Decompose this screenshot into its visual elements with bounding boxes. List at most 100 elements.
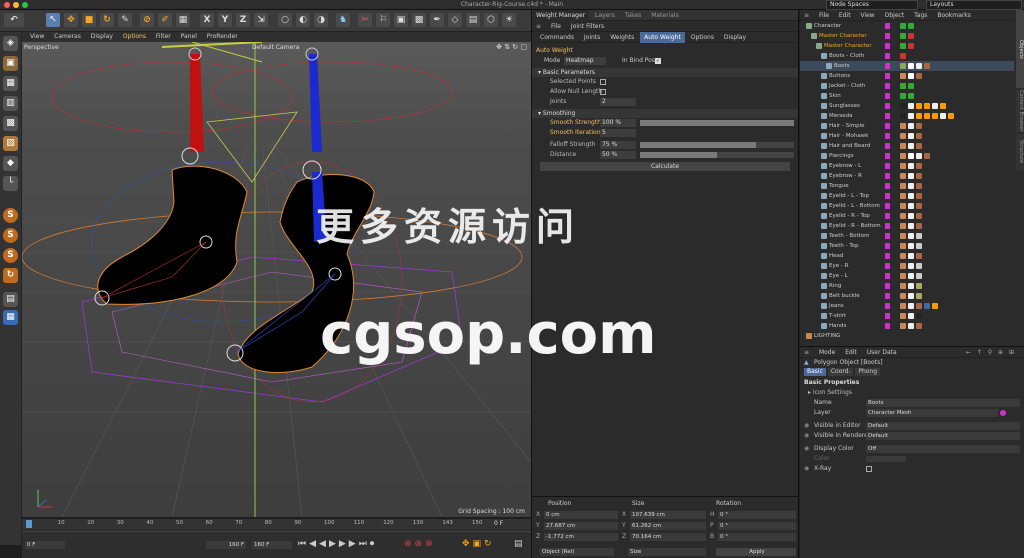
object-row[interactable]: Teeth - Top bbox=[800, 241, 1014, 251]
layer-color-icon[interactable] bbox=[885, 253, 890, 259]
object-row[interactable]: Piercings bbox=[800, 151, 1014, 161]
tag-icon[interactable] bbox=[900, 143, 906, 149]
om-menu-edit[interactable]: Edit bbox=[835, 10, 855, 21]
tag-icon[interactable] bbox=[908, 203, 914, 209]
tag-icon[interactable] bbox=[916, 173, 922, 179]
timeline-ruler[interactable]: 0102030405060708090100110120130143150 bbox=[22, 519, 531, 529]
am-nav-icons[interactable]: ← ↑ ⚲ ⊕ ⊞ bbox=[962, 347, 1020, 358]
tag-icon[interactable] bbox=[908, 193, 914, 199]
object-row[interactable]: Boots bbox=[800, 61, 1014, 71]
om-menu-icon[interactable]: ≡ bbox=[800, 10, 813, 21]
tab-weight-manager[interactable]: Weight Manager bbox=[532, 10, 590, 21]
om-menu-tags[interactable]: Tags bbox=[910, 10, 931, 21]
tag-icon[interactable] bbox=[908, 43, 914, 49]
allow-null-length-checkbox[interactable] bbox=[600, 89, 606, 95]
anim-dot-icon[interactable]: ◉ bbox=[804, 421, 809, 431]
cube-icon[interactable]: ▩ bbox=[412, 13, 426, 27]
tag-icon[interactable] bbox=[900, 33, 906, 39]
texture-mode-icon[interactable]: ▦ bbox=[3, 76, 18, 91]
object-row[interactable]: Skin bbox=[800, 91, 1014, 101]
tab-options[interactable]: Options bbox=[687, 32, 718, 43]
tag-icon[interactable] bbox=[932, 103, 938, 109]
tag-icon[interactable] bbox=[924, 153, 930, 159]
layer-color-icon[interactable] bbox=[885, 143, 890, 149]
tag-icon[interactable] bbox=[908, 273, 914, 279]
tag-icon[interactable] bbox=[908, 283, 914, 289]
tag-icon[interactable] bbox=[908, 183, 914, 189]
tag-icon[interactable] bbox=[900, 83, 906, 89]
tag-icon[interactable] bbox=[900, 283, 906, 289]
name-field[interactable]: Boots bbox=[866, 399, 1020, 407]
tab-takes[interactable]: Takes bbox=[621, 10, 645, 21]
array-icon[interactable]: ▤ bbox=[466, 13, 480, 27]
layer-color-icon[interactable] bbox=[885, 303, 890, 309]
tab-coord[interactable]: Coord. bbox=[827, 368, 854, 376]
transport-controls[interactable]: ⏮◀◀▶▶▶⏭⏺ bbox=[298, 539, 377, 549]
pen-icon[interactable]: ✒ bbox=[430, 13, 444, 27]
tag-icon[interactable] bbox=[916, 183, 922, 189]
playhead[interactable] bbox=[26, 520, 32, 528]
object-row[interactable]: Hair - Simple bbox=[800, 121, 1014, 131]
tag-icon[interactable] bbox=[908, 233, 914, 239]
visible-renderer-dropdown[interactable]: Default bbox=[866, 432, 1020, 440]
apply-button[interactable]: Apply bbox=[716, 548, 796, 556]
layer-color-icon[interactable] bbox=[885, 283, 890, 289]
tag-icon[interactable] bbox=[908, 263, 914, 269]
x-axis-icon[interactable]: X bbox=[200, 13, 214, 27]
select-tool-icon[interactable]: ↖ bbox=[46, 13, 60, 27]
end-frame-field-a[interactable]: 160 F bbox=[206, 541, 246, 549]
layer-color-icon[interactable] bbox=[885, 83, 890, 89]
start-frame-field[interactable]: 0 F bbox=[25, 541, 65, 549]
layer-color-icon[interactable] bbox=[885, 153, 890, 159]
object-row[interactable]: Eyelid - L - Bottom bbox=[800, 201, 1014, 211]
tag-icon[interactable] bbox=[916, 193, 922, 199]
z-axis-icon[interactable]: Z bbox=[236, 13, 250, 27]
tag-icon[interactable] bbox=[900, 93, 906, 99]
tag-icon[interactable] bbox=[900, 253, 906, 259]
viewport-menu-filter[interactable]: Filter bbox=[156, 32, 171, 42]
layer-color-icon[interactable] bbox=[885, 23, 890, 29]
rotation-field[interactable]: 0 ° bbox=[718, 522, 796, 530]
tag-icon[interactable] bbox=[908, 93, 914, 99]
menu-icon[interactable]: ≡ bbox=[532, 21, 545, 32]
model-mode-icon[interactable]: ▣ bbox=[3, 56, 18, 71]
viewport-menu-prorender[interactable]: ProRender bbox=[207, 32, 238, 42]
size-field[interactable]: 61.262 cm bbox=[630, 522, 706, 530]
tab-display[interactable]: Display bbox=[720, 32, 750, 43]
tag-icon[interactable] bbox=[900, 133, 906, 139]
object-row[interactable]: Jeans bbox=[800, 301, 1014, 311]
deformer-icon[interactable]: ⬡ bbox=[484, 13, 498, 27]
smoothing-heading[interactable]: ▾ Smoothing bbox=[532, 109, 798, 118]
tag-icon[interactable] bbox=[916, 313, 922, 319]
layer-color-icon[interactable] bbox=[885, 323, 890, 329]
layer-color-icon[interactable] bbox=[885, 113, 890, 119]
viewport-menu-display[interactable]: Display bbox=[91, 32, 113, 42]
object-row[interactable]: Jacket - Cloth bbox=[800, 81, 1014, 91]
tag-icon[interactable] bbox=[900, 263, 906, 269]
object-row[interactable]: Head bbox=[800, 251, 1014, 261]
object-row[interactable]: Hair and Beard bbox=[800, 141, 1014, 151]
tag-icon[interactable] bbox=[900, 113, 906, 119]
icon-settings-toggle[interactable]: ▸ Icon Settings bbox=[800, 388, 1024, 398]
tag-icon[interactable] bbox=[900, 153, 906, 159]
tag-icon[interactable] bbox=[932, 303, 938, 309]
layer-color-icon[interactable] bbox=[885, 93, 890, 99]
layer-color-icon[interactable] bbox=[885, 43, 890, 49]
viewport-menu-cameras[interactable]: Cameras bbox=[54, 32, 81, 42]
object-row[interactable]: LIGHTING bbox=[800, 331, 1014, 341]
side-tab-structure[interactable]: Structure bbox=[1016, 134, 1024, 170]
distance-slider[interactable] bbox=[640, 152, 794, 158]
tag-icon[interactable] bbox=[900, 223, 906, 229]
tag-icon[interactable] bbox=[916, 153, 922, 159]
om-menu-view[interactable]: View bbox=[856, 10, 878, 21]
tag-icon[interactable] bbox=[940, 103, 946, 109]
tag-icon[interactable] bbox=[924, 113, 930, 119]
axis-icon[interactable]: └ bbox=[3, 176, 18, 191]
tag-icon[interactable] bbox=[908, 123, 914, 129]
falloff-field[interactable]: 75 % bbox=[600, 141, 636, 149]
viewport-menu-options[interactable]: Options bbox=[123, 32, 146, 42]
size-field[interactable]: 70.164 cm bbox=[630, 533, 706, 541]
om-menu-object[interactable]: Object bbox=[881, 10, 909, 21]
object-row[interactable]: Tongue bbox=[800, 181, 1014, 191]
distance-field[interactable]: 50 % bbox=[600, 151, 636, 159]
